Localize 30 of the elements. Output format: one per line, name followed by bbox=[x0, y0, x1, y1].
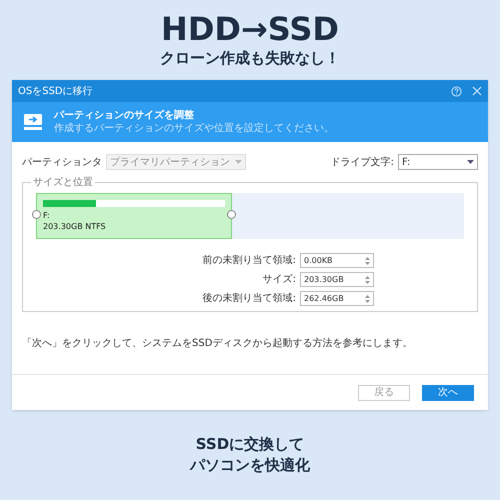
field-label: 前の未割り当て領域: bbox=[202, 254, 296, 268]
field-label: サイズ: bbox=[262, 273, 296, 287]
next-button[interactable]: 次へ bbox=[422, 384, 474, 400]
spinner-icon bbox=[365, 294, 370, 302]
window-title: OSをSSDに移行 bbox=[18, 84, 93, 98]
tagline: パソコンを快適化 bbox=[190, 455, 310, 476]
partition-type-label: パーティションタ bbox=[22, 156, 102, 170]
field-label: 後の未割り当て領域: bbox=[202, 292, 296, 306]
resize-handle[interactable] bbox=[32, 210, 41, 219]
spin-field[interactable]: 0.00KB bbox=[300, 253, 374, 268]
spinner-icon bbox=[365, 256, 370, 264]
headline: HDD→SSD bbox=[161, 10, 339, 48]
banner-title: パーティションのサイズを調整 bbox=[54, 109, 195, 122]
banner-subtitle: 作成するパーティションのサイズや位置を設定してください。 bbox=[54, 122, 334, 135]
close-icon[interactable] bbox=[472, 86, 482, 96]
spinner-icon bbox=[365, 276, 370, 284]
spin-field[interactable]: 262.46GB bbox=[300, 291, 374, 306]
dropdown-arrow-icon bbox=[467, 160, 474, 164]
drive-arrow-icon bbox=[24, 114, 42, 130]
resize-handle[interactable] bbox=[227, 210, 236, 219]
tagline: SSDに交換して bbox=[196, 434, 304, 455]
dropdown-arrow-icon bbox=[235, 160, 242, 164]
spin-field[interactable]: 203.30GB bbox=[300, 272, 374, 287]
instruction-text: 「次へ」をクリックして、システムをSSDディスクから起動する方法を参考にします。 bbox=[21, 336, 414, 351]
drive-letter-dropdown[interactable]: F: bbox=[398, 154, 478, 170]
subheadline: クローン作成も失敗なし！ bbox=[160, 48, 340, 68]
partition-letter: F: bbox=[43, 210, 51, 221]
help-icon[interactable] bbox=[451, 86, 462, 96]
drive-letter-label: ドライブ文字: bbox=[330, 156, 394, 170]
partition-info: 203.30GB NTFS bbox=[43, 221, 107, 232]
